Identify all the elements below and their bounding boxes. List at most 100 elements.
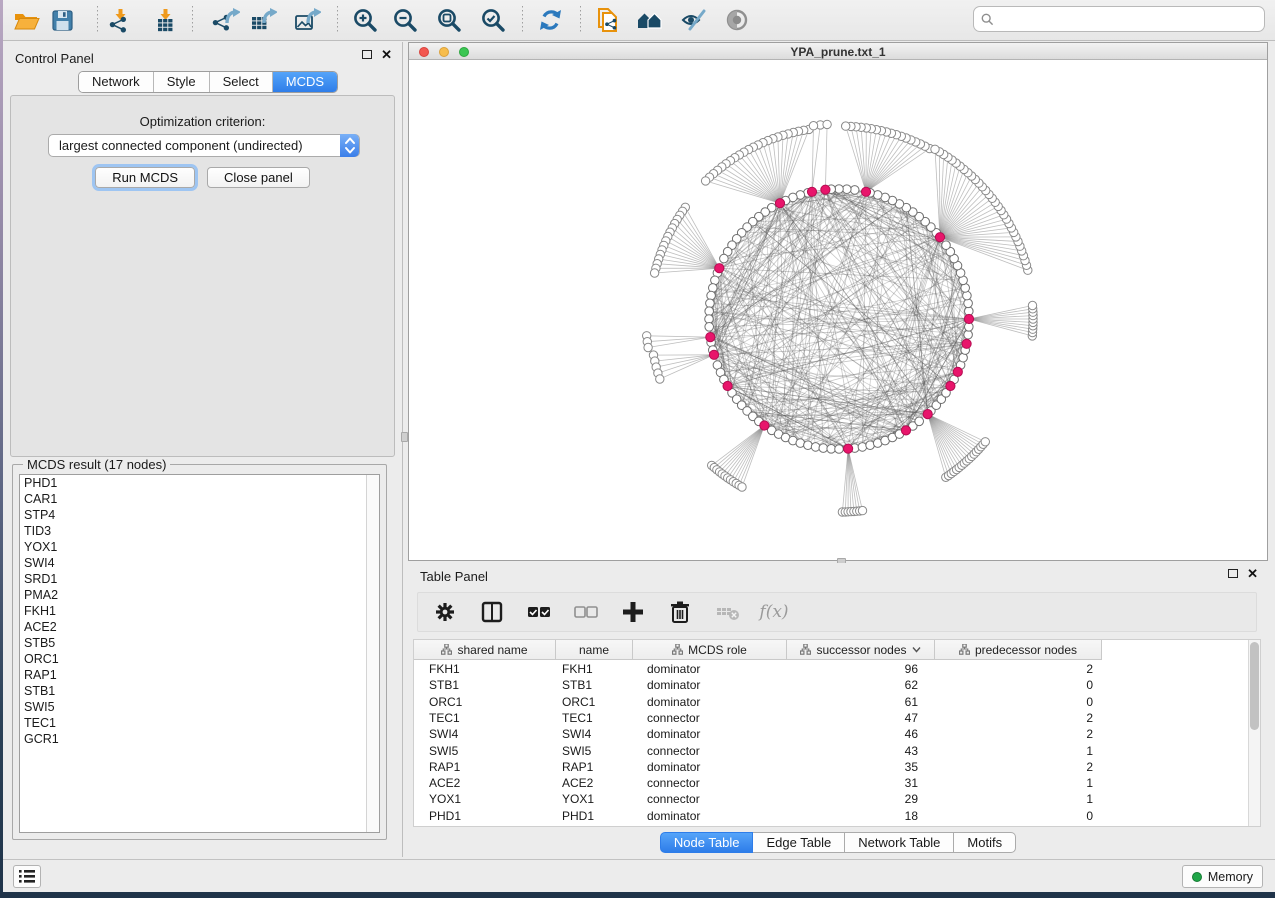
- table-scrollbar-thumb[interactable]: [1250, 642, 1259, 730]
- add-column-button[interactable]: [620, 599, 646, 625]
- result-node-item[interactable]: GCR1: [20, 731, 379, 747]
- network-graph[interactable]: [409, 60, 1267, 560]
- export-network-button[interactable]: [209, 5, 243, 35]
- table-cell[interactable]: connector: [633, 775, 787, 791]
- mcds-result-list[interactable]: PHD1CAR1STP4TID3YOX1SWI4SRD1PMA2FKH1ACE2…: [19, 474, 380, 833]
- zoom-out-button[interactable]: [389, 5, 423, 35]
- apply-layout-button[interactable]: [534, 5, 568, 35]
- table-cell[interactable]: PHD1: [414, 808, 556, 824]
- tab-edge-table[interactable]: Edge Table: [753, 832, 845, 853]
- table-cell[interactable]: 1: [935, 743, 1102, 759]
- delete-column-button[interactable]: [667, 599, 693, 625]
- result-node-item[interactable]: ORC1: [20, 651, 379, 667]
- show-graphics-details-button[interactable]: [721, 5, 755, 35]
- result-node-item[interactable]: STP4: [20, 507, 379, 523]
- vertical-splitter-grip[interactable]: [401, 432, 408, 442]
- table-cell[interactable]: SWI5: [556, 743, 633, 759]
- settings-gear-button[interactable]: [432, 599, 458, 625]
- table-cell[interactable]: 46: [787, 726, 935, 742]
- table-cell[interactable]: 31: [787, 775, 935, 791]
- float-panel-icon[interactable]: [362, 50, 372, 59]
- result-node-item[interactable]: RAP1: [20, 667, 379, 683]
- table-cell[interactable]: RAP1: [556, 759, 633, 775]
- table-cell[interactable]: dominator: [633, 661, 787, 677]
- open-file-button[interactable]: [9, 5, 43, 35]
- table-cell[interactable]: connector: [633, 743, 787, 759]
- hide-selected-button[interactable]: [677, 5, 711, 35]
- table-cell[interactable]: dominator: [633, 759, 787, 775]
- table-cell[interactable]: RAP1: [414, 759, 556, 775]
- table-cell[interactable]: 43: [787, 743, 935, 759]
- table-cell[interactable]: 1: [935, 775, 1102, 791]
- save-session-button[interactable]: [46, 5, 80, 35]
- table-cell[interactable]: 2: [935, 710, 1102, 726]
- table-cell[interactable]: YOX1: [414, 791, 556, 807]
- show-panels-button[interactable]: [13, 865, 41, 888]
- table-cell[interactable]: PHD1: [556, 808, 633, 824]
- column-header-name[interactable]: name: [556, 640, 633, 660]
- close-table-panel-icon[interactable]: ✕: [1247, 569, 1258, 578]
- table-cell[interactable]: FKH1: [414, 661, 556, 677]
- table-cell[interactable]: ACE2: [414, 775, 556, 791]
- table-cell[interactable]: 2: [935, 726, 1102, 742]
- search-box[interactable]: [973, 6, 1265, 32]
- network-window-titlebar[interactable]: YPA_prune.txt_1: [409, 43, 1267, 60]
- result-node-item[interactable]: TID3: [20, 523, 379, 539]
- table-cell[interactable]: 0: [935, 677, 1102, 693]
- table-cell[interactable]: TEC1: [556, 710, 633, 726]
- table-cell[interactable]: 62: [787, 677, 935, 693]
- tab-node-table[interactable]: Node Table: [660, 832, 754, 853]
- run-mcds-button[interactable]: Run MCDS: [95, 167, 195, 188]
- result-node-item[interactable]: SWI4: [20, 555, 379, 571]
- result-node-item[interactable]: ACE2: [20, 619, 379, 635]
- result-node-item[interactable]: PHD1: [20, 475, 379, 491]
- table-cell[interactable]: 29: [787, 791, 935, 807]
- result-node-item[interactable]: PMA2: [20, 587, 379, 603]
- tab-select[interactable]: Select: [210, 72, 273, 92]
- tab-mcds[interactable]: MCDS: [273, 72, 337, 92]
- column-header-predecessor-nodes[interactable]: predecessor nodes: [935, 640, 1102, 660]
- table-cell[interactable]: connector: [633, 791, 787, 807]
- unselect-all-columns-button[interactable]: [573, 599, 599, 625]
- memory-button[interactable]: Memory: [1182, 865, 1263, 888]
- table-cell[interactable]: 0: [935, 694, 1102, 710]
- table-cell[interactable]: 35: [787, 759, 935, 775]
- network-canvas[interactable]: [409, 60, 1267, 560]
- result-node-item[interactable]: SWI5: [20, 699, 379, 715]
- zoom-in-button[interactable]: [349, 5, 383, 35]
- table-cell[interactable]: ORC1: [414, 694, 556, 710]
- criterion-dropdown[interactable]: largest connected component (undirected): [48, 134, 360, 157]
- tab-motifs[interactable]: Motifs: [954, 832, 1016, 853]
- search-input[interactable]: [999, 12, 1264, 26]
- table-cell[interactable]: 2: [935, 661, 1102, 677]
- table-cell[interactable]: dominator: [633, 808, 787, 824]
- column-header-successor-nodes[interactable]: successor nodes: [787, 640, 935, 660]
- result-node-item[interactable]: STB5: [20, 635, 379, 651]
- column-header-shared-name[interactable]: shared name: [414, 640, 556, 660]
- select-all-columns-button[interactable]: [526, 599, 552, 625]
- result-node-item[interactable]: FKH1: [20, 603, 379, 619]
- table-cell[interactable]: ORC1: [556, 694, 633, 710]
- table-cell[interactable]: dominator: [633, 694, 787, 710]
- table-cell[interactable]: STB1: [414, 677, 556, 693]
- table-cell[interactable]: YOX1: [556, 791, 633, 807]
- close-panel-button[interactable]: Close panel: [207, 167, 310, 188]
- export-table-button[interactable]: [246, 5, 280, 35]
- table-cell[interactable]: TEC1: [414, 710, 556, 726]
- tab-network[interactable]: Network: [79, 72, 154, 92]
- table-cell[interactable]: 0: [935, 808, 1102, 824]
- column-header-MCDS-role[interactable]: MCDS role: [633, 640, 787, 660]
- close-panel-icon[interactable]: ✕: [381, 50, 392, 59]
- result-node-item[interactable]: SRD1: [20, 571, 379, 587]
- network-from-selection-button[interactable]: [589, 5, 623, 35]
- table-cell[interactable]: dominator: [633, 677, 787, 693]
- table-cell[interactable]: SWI5: [414, 743, 556, 759]
- result-node-item[interactable]: TEC1: [20, 715, 379, 731]
- table-cell[interactable]: connector: [633, 710, 787, 726]
- table-cell[interactable]: ACE2: [556, 775, 633, 791]
- first-neighbors-button[interactable]: [633, 5, 667, 35]
- table-cell[interactable]: STB1: [556, 677, 633, 693]
- result-node-item[interactable]: STB1: [20, 683, 379, 699]
- zoom-fit-content-button[interactable]: [433, 5, 467, 35]
- tab-network-table[interactable]: Network Table: [845, 832, 954, 853]
